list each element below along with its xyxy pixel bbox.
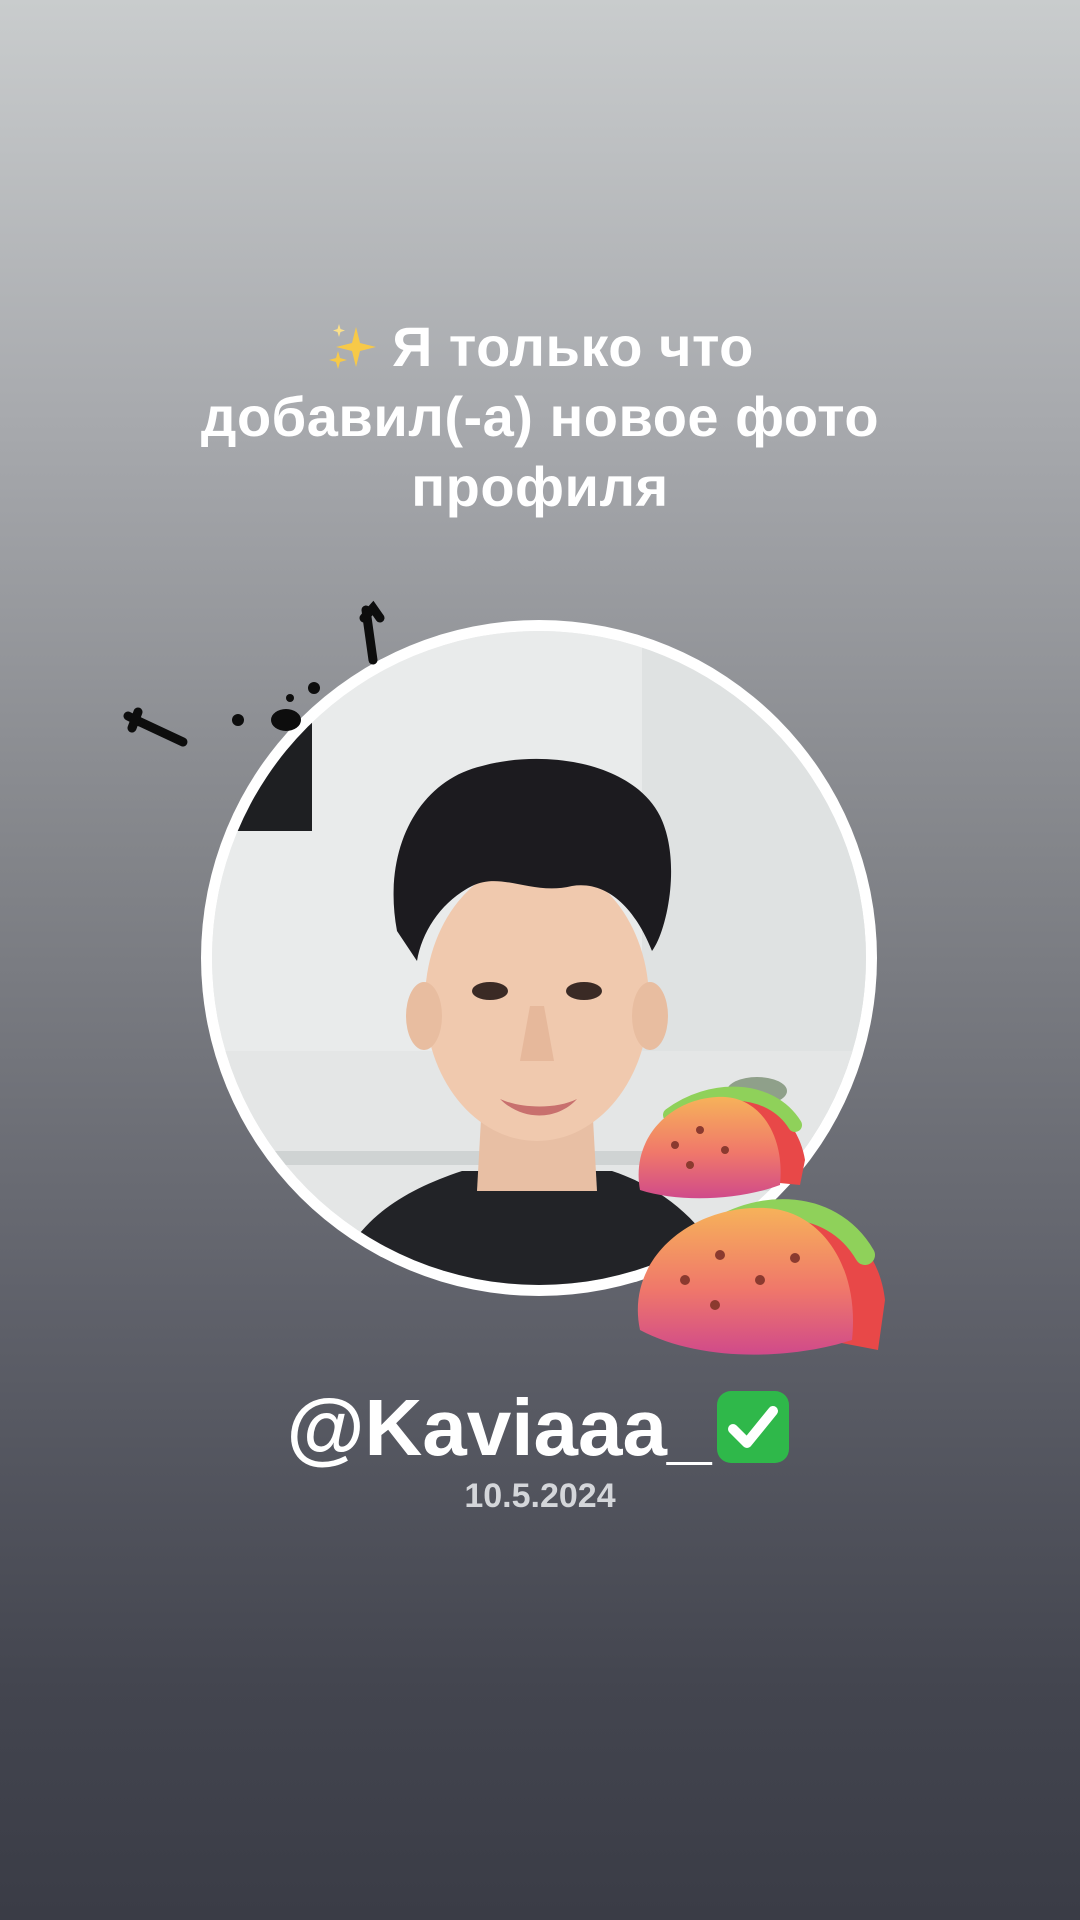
headline-text-1: Я только что xyxy=(392,315,754,378)
sparkles-icon xyxy=(329,324,377,370)
username-text: @Kaviaaa_ xyxy=(286,1383,712,1472)
story-headline: Я только что добавил(-а) новое фото проф… xyxy=(90,312,990,522)
taco-icon xyxy=(638,1086,805,1199)
doodle-drawing xyxy=(123,600,385,747)
story-canvas: Я только что добавил(-а) новое фото проф… xyxy=(0,0,1080,1920)
post-date: 10.5.2024 xyxy=(464,1477,616,1515)
check-mark-button-icon xyxy=(717,1391,790,1463)
taco-icon xyxy=(637,1199,885,1355)
headline-line-1: Я только что xyxy=(90,312,990,382)
taco-stickers xyxy=(637,1086,885,1355)
headline-line-2: добавил(-а) новое фото xyxy=(200,385,880,448)
profile-username: @Kaviaaa_ xyxy=(0,1380,1080,1476)
headline-line-3: профиля xyxy=(411,455,669,518)
